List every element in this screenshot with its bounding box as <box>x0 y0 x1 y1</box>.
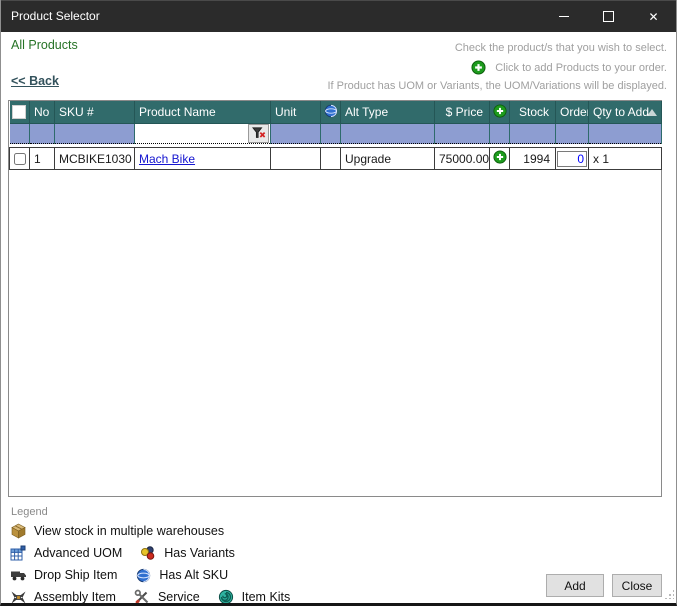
row-checkbox[interactable] <box>14 153 26 165</box>
cell-unit <box>271 148 321 170</box>
col-header-price[interactable]: $ Price <box>435 101 490 124</box>
filter-cell-add[interactable] <box>490 124 510 144</box>
titlebar: Product Selector ✕ <box>1 0 676 32</box>
legend-label: Has Alt SKU <box>159 568 228 582</box>
alt-sku-globe-icon <box>134 568 152 583</box>
filter-cell-price[interactable] <box>435 124 490 144</box>
assembly-icon <box>9 590 27 605</box>
col-header-add[interactable] <box>490 101 510 124</box>
order-qty-input[interactable] <box>557 151 587 167</box>
close-icon: ✕ <box>648 10 658 24</box>
col-header-no[interactable]: No <box>30 101 55 124</box>
cell-price: 75000.00 <box>435 148 490 170</box>
legend-row: Assembly Item Service Item Kits <box>9 586 300 606</box>
filter-cell-qty[interactable] <box>589 124 662 144</box>
resize-grip[interactable] <box>665 590 674 599</box>
filter-row <box>10 124 662 144</box>
col-header-alt-sku[interactable] <box>321 101 341 124</box>
product-table: No SKU # Product Name Unit Alt Type $ Pr… <box>9 101 662 170</box>
product-selector-window: Product Selector ✕ All Products Check th… <box>0 0 677 606</box>
col-header-unit[interactable]: Unit <box>271 101 321 124</box>
legend-label: Assembly Item <box>34 590 116 604</box>
item-kits-icon <box>217 589 235 605</box>
variants-icon <box>139 545 157 561</box>
window-title: Product Selector <box>11 9 100 23</box>
legend-label: Has Variants <box>164 546 235 560</box>
product-grid: No SKU # Product Name Unit Alt Type $ Pr… <box>8 100 662 497</box>
col-header-stock[interactable]: Stock <box>510 101 556 124</box>
col-header-alt-type[interactable]: Alt Type <box>341 101 435 124</box>
select-all-header-cell[interactable] <box>10 101 30 124</box>
col-header-order[interactable]: Order... <box>556 101 589 124</box>
cell-alt-type: Upgrade <box>341 148 435 170</box>
maximize-icon <box>603 11 614 22</box>
legend-label: Service <box>158 590 200 604</box>
table-header-row: No SKU # Product Name Unit Alt Type $ Pr… <box>10 101 662 124</box>
filter-cell-checkbox[interactable] <box>10 124 30 144</box>
cell-product-name: Mach Bike <box>135 148 271 170</box>
instruction-check: Check the product/s that you wish to sel… <box>455 42 667 54</box>
filter-cell-no[interactable] <box>30 124 55 144</box>
add-product-icon[interactable] <box>491 150 509 164</box>
filter-cell-unit[interactable] <box>271 124 321 144</box>
service-icon <box>133 589 151 605</box>
advanced-uom-icon <box>9 545 27 561</box>
all-products-label: All Products <box>11 38 78 52</box>
legend-row: View stock in multiple warehouses <box>9 520 300 542</box>
filter-clear-icon <box>252 127 266 140</box>
legend-label: Advanced UOM <box>34 546 122 560</box>
instruction-uom: If Product has UOM or Variants, the UOM/… <box>327 80 667 92</box>
filter-cell-product-name[interactable] <box>135 124 271 144</box>
green-plus-icon <box>491 104 509 118</box>
product-link[interactable]: Mach Bike <box>139 152 195 166</box>
row-select-cell[interactable] <box>10 148 30 170</box>
globe-icon <box>322 104 340 118</box>
table-row: 1 MCBIKE1030 Mach Bike Upgrade 75000.00 … <box>10 148 662 170</box>
clear-filter-button[interactable] <box>248 124 269 143</box>
legend: View stock in multiple warehouses Advanc… <box>9 520 300 606</box>
green-plus-icon <box>469 60 487 75</box>
cell-no: 1 <box>30 148 55 170</box>
warehouse-box-icon <box>9 523 27 539</box>
cell-alt-sku <box>321 148 341 170</box>
back-link[interactable]: << Back <box>11 74 59 88</box>
filter-cell-stock[interactable] <box>510 124 556 144</box>
col-header-qty-to-add[interactable]: Qty to Add <box>589 101 662 124</box>
instruction-add: Click to add Products to your order. <box>469 60 667 75</box>
cell-order[interactable] <box>556 148 589 170</box>
col-header-product-name[interactable]: Product Name <box>135 101 271 124</box>
close-dialog-button[interactable]: Close <box>612 574 662 597</box>
cell-sku: MCBIKE1030 <box>55 148 135 170</box>
minimize-button[interactable] <box>541 1 586 32</box>
maximize-button[interactable] <box>586 1 631 32</box>
select-all-checkbox[interactable] <box>12 105 26 119</box>
filter-cell-order[interactable] <box>556 124 589 144</box>
cell-stock: 1994 <box>510 148 556 170</box>
filter-cell-alt-sku[interactable] <box>321 124 341 144</box>
cell-add[interactable] <box>490 148 510 170</box>
close-button[interactable]: ✕ <box>631 1 676 32</box>
legend-label: Item Kits <box>242 590 291 604</box>
drop-ship-icon <box>9 568 27 582</box>
legend-label: View stock in multiple warehouses <box>34 524 224 538</box>
col-header-qty-label: Qty to Add <box>593 105 649 119</box>
minimize-icon <box>559 16 569 17</box>
add-button[interactable]: Add <box>546 574 604 597</box>
legend-label: Drop Ship Item <box>34 568 117 582</box>
filter-cell-alt-type[interactable] <box>341 124 435 144</box>
col-header-sku[interactable]: SKU # <box>55 101 135 124</box>
cell-qty-to-add: x 1 <box>589 148 662 170</box>
instruction-add-text: Click to add Products to your order. <box>495 62 667 74</box>
legend-row: Advanced UOM Has Variants <box>9 542 300 564</box>
legend-row: Drop Ship Item Has Alt SKU <box>9 564 300 586</box>
window-controls: ✕ <box>541 1 676 32</box>
filter-cell-sku[interactable] <box>55 124 135 144</box>
legend-title: Legend <box>11 506 48 518</box>
